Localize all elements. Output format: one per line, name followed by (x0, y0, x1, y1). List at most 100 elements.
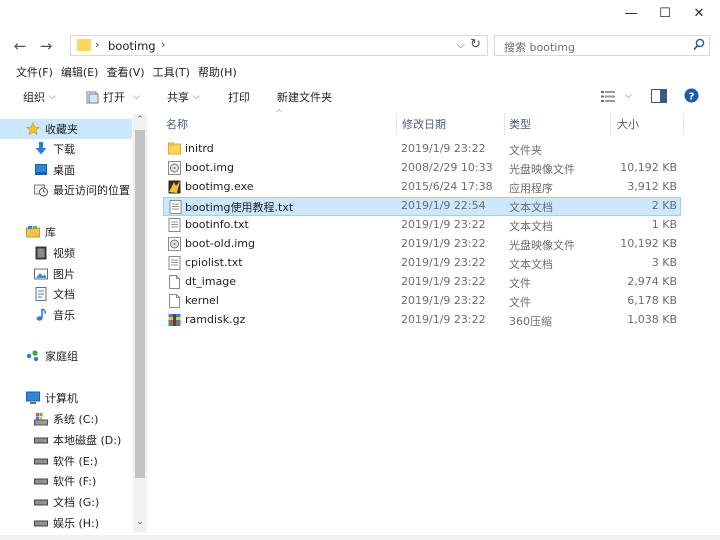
sidebar-item-label: 文档 (G:) (53, 496, 100, 509)
sidebar-item-downloads[interactable]: 下载 (0, 139, 132, 159)
address-bar[interactable]: › bootimg › ⌵ ↻ (70, 35, 488, 56)
scroll-up-icon[interactable]: ⌃ (133, 115, 147, 125)
open-label: 打开 (103, 91, 125, 104)
sidebar-item-label: 文档 (53, 288, 75, 301)
search-input[interactable]: 搜索 bootimg (494, 35, 710, 56)
refresh-button[interactable]: ↻ (470, 37, 481, 52)
file-icon (169, 294, 180, 308)
sidebar-item-documents[interactable]: 文档 (0, 284, 132, 304)
sidebar-item-libraries[interactable]: 库 (0, 222, 132, 242)
text-file-icon (168, 256, 181, 270)
breadcrumb-separator[interactable]: › (161, 38, 165, 51)
file-size: 6,178 KB (627, 294, 677, 307)
open-button[interactable]: 打开 ⌵ (86, 89, 140, 105)
sidebar-item-label: 软件 (E:) (53, 455, 98, 468)
file-size: 10,192 KB (620, 237, 677, 250)
window-bottom-edge (0, 535, 720, 540)
file-type: 文本文档 (509, 201, 553, 214)
forward-button[interactable]: → (35, 36, 57, 56)
organize-label: 组织 (23, 91, 45, 104)
file-row[interactable]: boot.img 2008/2/29 10:33 光盘映像文件 10,192 K… (163, 159, 681, 178)
file-row[interactable]: dt_image 2019/1/9 23:22 文件 2,974 KB (163, 273, 681, 292)
file-row[interactable]: cpiolist.txt 2019/1/9 23:22 文本文档 3 KB (163, 254, 681, 273)
sidebar-item-pictures[interactable]: 图片 (0, 264, 132, 284)
column-header-name[interactable]: 名称 ^ (166, 109, 396, 135)
file-type: 文件 (509, 277, 531, 290)
menu-bar: 文件(F) 编辑(E) 查看(V) 工具(T) 帮助(H) (0, 64, 245, 82)
sidebar-item-computer[interactable]: 计算机 (0, 388, 132, 408)
menu-tools[interactable]: 工具(T) (153, 64, 198, 82)
sidebar-item-label: 系统 (C:) (53, 413, 99, 426)
library-icon (26, 225, 40, 239)
file-row[interactable]: ramdisk.gz 2019/1/9 23:22 360压缩 1,038 KB (163, 311, 681, 330)
organize-button[interactable]: 组织 ⌵ (23, 89, 56, 105)
file-size: 1,038 KB (627, 313, 677, 326)
sidebar-item-favorites[interactable]: 收藏夹 (0, 119, 132, 139)
archive-icon (168, 314, 181, 326)
scroll-down-icon[interactable]: ⌄ (133, 517, 147, 527)
share-button[interactable]: 共享 ⌵ (167, 89, 200, 105)
file-name: cpiolist.txt (185, 256, 243, 269)
menu-edit[interactable]: 编辑(E) (61, 64, 107, 82)
breadcrumb-separator[interactable]: › (95, 38, 99, 51)
help-icon[interactable]: ? (684, 88, 699, 103)
file-row[interactable]: kernel 2019/1/9 23:22 文件 6,178 KB (163, 292, 681, 311)
sidebar-item-recent-places[interactable]: 最近访问的位置 (0, 180, 140, 200)
documents-icon (34, 287, 48, 301)
view-options-dropdown-icon[interactable]: ⌵ (625, 91, 632, 101)
exe-icon (168, 180, 181, 194)
minimize-button[interactable]: — (614, 0, 648, 26)
print-button[interactable]: 打印 (228, 89, 250, 105)
sidebar-item-drive-f[interactable]: 软件 (F:) (0, 471, 132, 491)
file-row[interactable]: boot-old.img 2019/1/9 23:22 光盘映像文件 10,19… (163, 235, 681, 254)
menu-file[interactable]: 文件(F) (0, 64, 61, 82)
menu-view[interactable]: 查看(V) (106, 64, 152, 82)
scrollbar-thumb[interactable] (135, 130, 145, 478)
video-icon (34, 246, 48, 260)
address-dropdown-icon[interactable]: ⌵ (457, 38, 465, 52)
navigation-scrollbar[interactable]: ⌃ ⌄ (133, 114, 147, 532)
file-row-selected[interactable]: bootimg使用教程.txt 2019/1/9 22:54 文本文档 2 KB (163, 197, 681, 216)
back-button[interactable]: ← (9, 36, 31, 56)
sidebar-item-drive-g[interactable]: 文档 (G:) (0, 492, 132, 512)
new-folder-button[interactable]: 新建文件夹 (277, 89, 332, 105)
column-header-type[interactable]: 类型 (509, 113, 609, 135)
sidebar-item-drive-h[interactable]: 娱乐 (H:) (0, 513, 132, 533)
column-divider[interactable] (610, 113, 611, 135)
menu-help[interactable]: 帮助(H) (198, 64, 245, 82)
title-bar: — ☐ ✕ (0, 0, 720, 26)
sidebar-item-label: 家庭组 (45, 350, 78, 363)
column-divider[interactable] (504, 113, 505, 135)
file-date: 2008/2/29 10:33 (401, 161, 493, 174)
column-header-date[interactable]: 修改日期 (402, 113, 504, 135)
sidebar-item-music[interactable]: 音乐 (0, 305, 132, 325)
computer-icon (26, 391, 40, 405)
view-options-icon[interactable] (601, 91, 615, 102)
sidebar-item-homegroup[interactable]: 家庭组 (0, 346, 132, 366)
download-icon (34, 142, 48, 156)
search-icon[interactable] (693, 38, 705, 52)
column-divider[interactable] (683, 113, 684, 135)
file-size: 3 KB (651, 256, 677, 269)
file-row[interactable]: bootinfo.txt 2019/1/9 23:22 文本文档 1 KB (163, 216, 681, 235)
file-row[interactable]: initrd 2019/1/9 23:22 文件夹 (163, 140, 681, 159)
file-row[interactable]: bootimg.exe 2015/6/24 17:38 应用程序 3,912 K… (163, 178, 681, 197)
close-button[interactable]: ✕ (682, 0, 716, 26)
file-type: 文件夹 (509, 144, 542, 157)
sidebar-item-drive-e[interactable]: 软件 (E:) (0, 451, 132, 471)
column-divider[interactable] (396, 113, 397, 135)
maximize-button[interactable]: ☐ (648, 0, 682, 26)
sidebar-item-videos[interactable]: 视频 (0, 243, 132, 263)
chevron-down-icon: ⌵ (193, 92, 200, 102)
sidebar-item-desktop[interactable]: 桌面 (0, 160, 132, 180)
file-date: 2019/1/9 23:22 (401, 275, 486, 288)
column-header-label: 名称 (166, 118, 188, 131)
sidebar-item-drive-d[interactable]: 本地磁盘 (D:) (0, 430, 132, 450)
column-header-size[interactable]: 大小 (617, 113, 683, 135)
preview-pane-icon[interactable] (651, 89, 667, 103)
sidebar-item-drive-c[interactable]: 系统 (C:) (0, 409, 132, 429)
file-type: 光盘映像文件 (509, 163, 575, 176)
column-header-label: 类型 (509, 118, 531, 131)
sort-indicator-icon: ^ (275, 109, 283, 119)
breadcrumb-bootimg[interactable]: bootimg (108, 39, 156, 53)
